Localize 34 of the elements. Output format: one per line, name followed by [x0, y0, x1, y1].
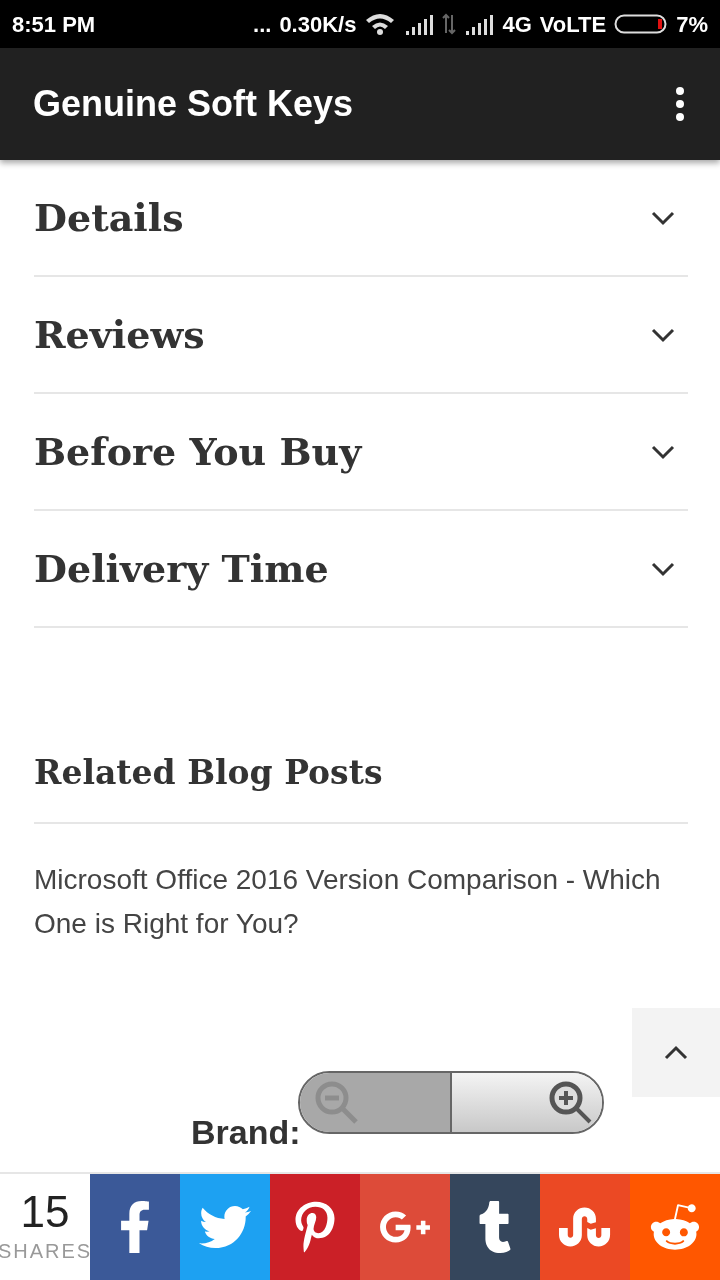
wifi-icon [364, 12, 397, 36]
status-dots: ... [253, 10, 272, 39]
share-button[interactable] [270, 1174, 360, 1280]
network-speed: 0.30K/s [279, 10, 357, 39]
volte-label: VoLTE [539, 10, 607, 39]
battery-icon [614, 13, 669, 35]
accordion-item[interactable]: Reviews [34, 277, 688, 394]
zoom-in-icon [548, 1079, 594, 1126]
zoom-out-button[interactable] [300, 1073, 452, 1132]
zoom-out-icon [314, 1079, 360, 1126]
chevron-down-icon [650, 326, 676, 343]
chevron-down-icon [650, 443, 676, 460]
section-heading: Related Blog Posts [34, 753, 383, 792]
share-button[interactable] [360, 1174, 450, 1280]
chevron-down-icon [650, 560, 676, 577]
status-time: 8:51 PM [12, 10, 96, 39]
share-button[interactable] [90, 1174, 180, 1280]
network-type: 4G [502, 10, 532, 39]
reddit-alien-icon [649, 1201, 701, 1253]
zoom-in-button[interactable] [452, 1073, 602, 1132]
signal-icon [404, 13, 435, 35]
accordion-item[interactable]: Before You Buy [34, 394, 688, 511]
signal-icon [464, 13, 495, 35]
data-arrows-icon [442, 13, 457, 35]
accordion-item[interactable]: Details [34, 160, 688, 277]
chevron-up-icon [663, 1044, 689, 1061]
share-count: 15 [20, 1188, 70, 1236]
blog-post-link[interactable]: Microsoft Office 2016 Version Comparison - Which One is Right for You? [34, 857, 664, 946]
app-title: Genuine Soft Keys [33, 82, 355, 126]
battery-percent: 7% [676, 10, 708, 39]
share-button[interactable] [450, 1174, 540, 1280]
brand-label: Brand: [191, 1112, 301, 1153]
accordion-item[interactable]: Delivery Time [34, 511, 688, 628]
chevron-down-icon [650, 209, 676, 226]
